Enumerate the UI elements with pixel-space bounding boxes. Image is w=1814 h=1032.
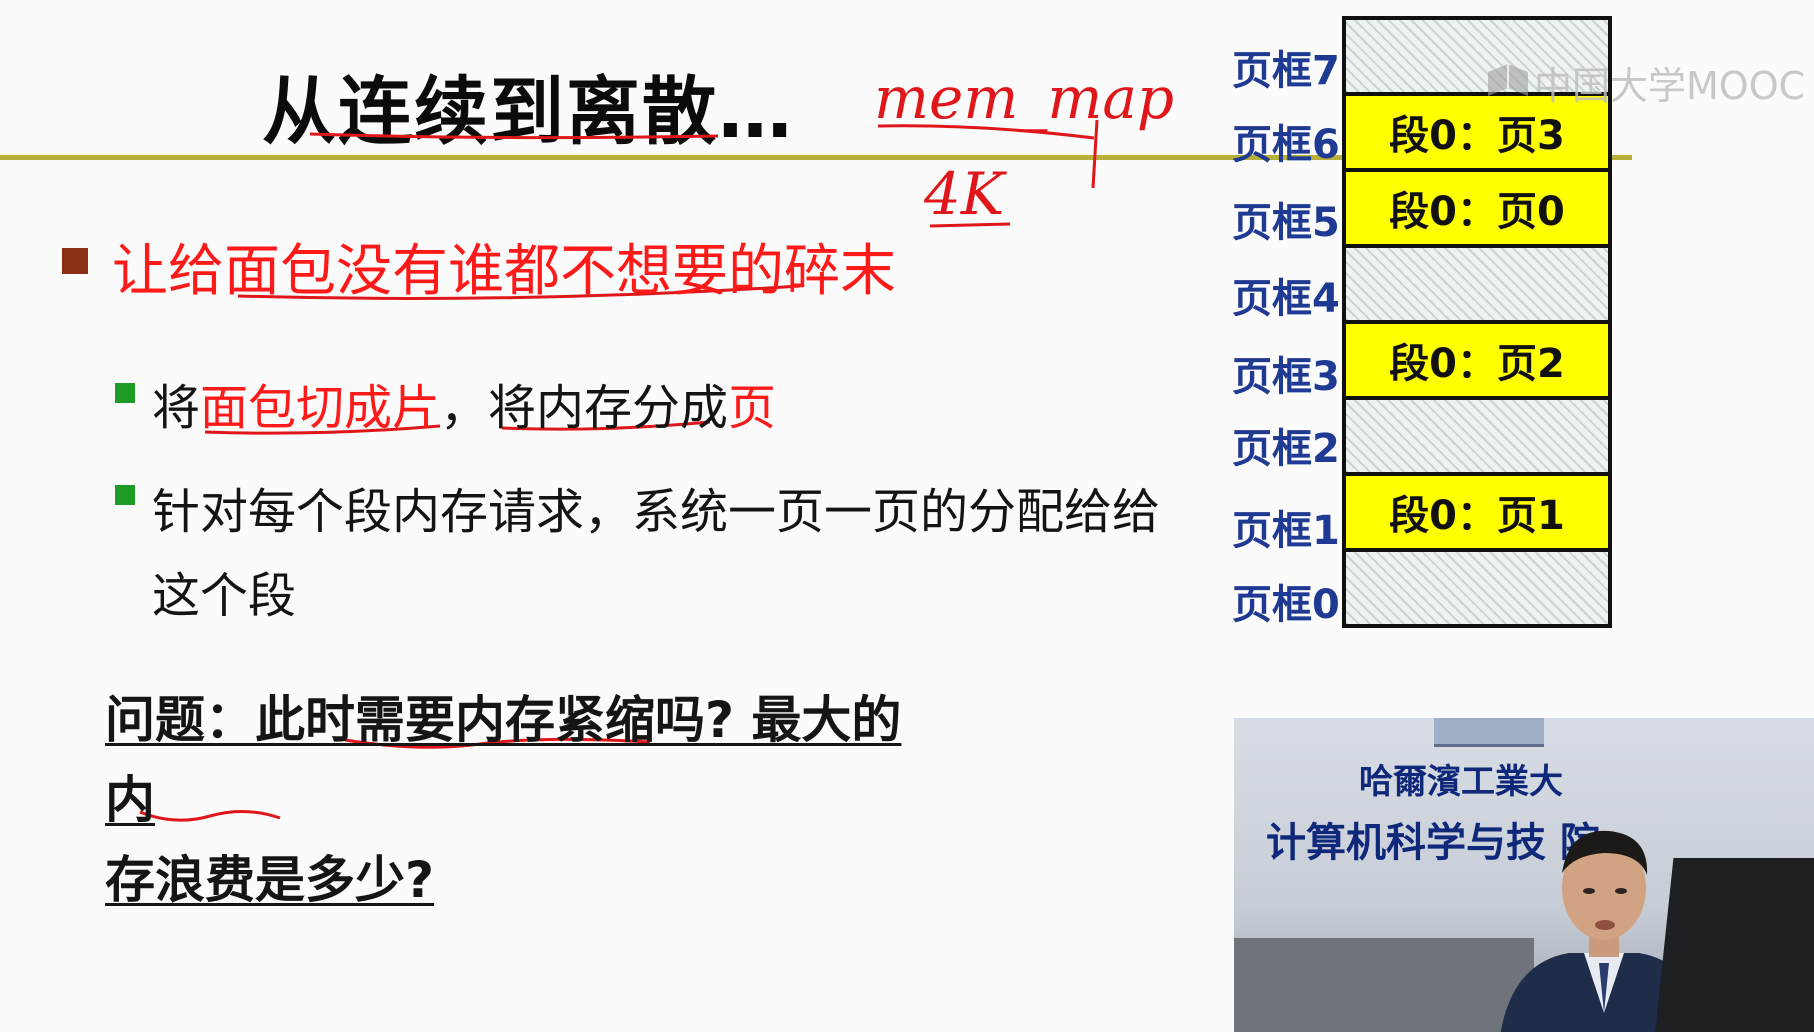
main-point-text: 让给面包没有谁都不想要的碎末 [112, 239, 896, 304]
frame-label-0: 页框0 [1232, 582, 1340, 628]
ink-mem-map-text: mem_map [874, 64, 1174, 132]
frame-cell-2 [1346, 400, 1608, 472]
ink-mem-map-underline [877, 124, 1095, 140]
question-line-1: 问题：此时需要内存紧缩吗? 最大的内 [105, 691, 902, 829]
frame-cell-5: 段0：页0 [1346, 172, 1608, 244]
sub-point-1-part-2: 面包切成片 [200, 380, 441, 436]
frame-cell-3: 段0：页2 [1346, 324, 1608, 396]
sub-point-1-part-4: 页 [728, 380, 777, 436]
frame-label-4: 页框4 [1232, 276, 1340, 322]
mooc-logo-text: 中国大学MOOC [1534, 63, 1806, 108]
frame-label-2: 页框2 [1232, 426, 1340, 472]
ink-4k-underline [929, 222, 1011, 228]
sub-point-1: 将面包切成片，将内存分成页 [152, 368, 776, 438]
frame-label-3: 页框3 [1232, 354, 1340, 400]
slide-title: 从连续到离散… [262, 69, 794, 155]
ink-4k-text: 4K [923, 160, 1008, 228]
presenter-video[interactable]: 哈爾濱工業大 计算机科学与技 院 [1234, 718, 1814, 1032]
school-emblem [1434, 718, 1544, 747]
sub-point-1-part-1: 将 [152, 380, 201, 436]
frame-label-7: 页框7 [1232, 48, 1340, 94]
sub-point-2-line-2: 这个段 [152, 568, 297, 624]
frame-label-6: 页框6 [1232, 122, 1340, 168]
ink-mem-map-tick [1091, 119, 1099, 189]
frame-cell-1: 段0：页1 [1346, 476, 1608, 548]
question-block: 问题：此时需要内存紧缩吗? 最大的内 存浪费是多少? [105, 680, 925, 920]
monitor [1654, 858, 1814, 1032]
frame-cell-4 [1346, 248, 1608, 320]
main-bullet-marker [62, 248, 88, 274]
sub-point-1-part-3: ，将内存分成 [440, 380, 729, 436]
sub-bullet-marker-1 [115, 383, 135, 403]
sub-point-2-line-1: 针对每个段内存请求，系统一页一页的分配给给 [152, 484, 1161, 540]
question-line-2: 存浪费是多少? [105, 851, 435, 909]
frame-cell-0 [1346, 552, 1608, 624]
sub-bullet-marker-2 [115, 485, 135, 505]
mooc-book-icon [1488, 64, 1528, 96]
frame-label-5: 页框5 [1232, 200, 1340, 246]
mooc-logo: 中国大学MOOC [1486, 58, 1805, 108]
frame-label-1: 页框1 [1232, 508, 1340, 554]
video-school-sign: 哈爾濱工業大 [1359, 762, 1563, 802]
